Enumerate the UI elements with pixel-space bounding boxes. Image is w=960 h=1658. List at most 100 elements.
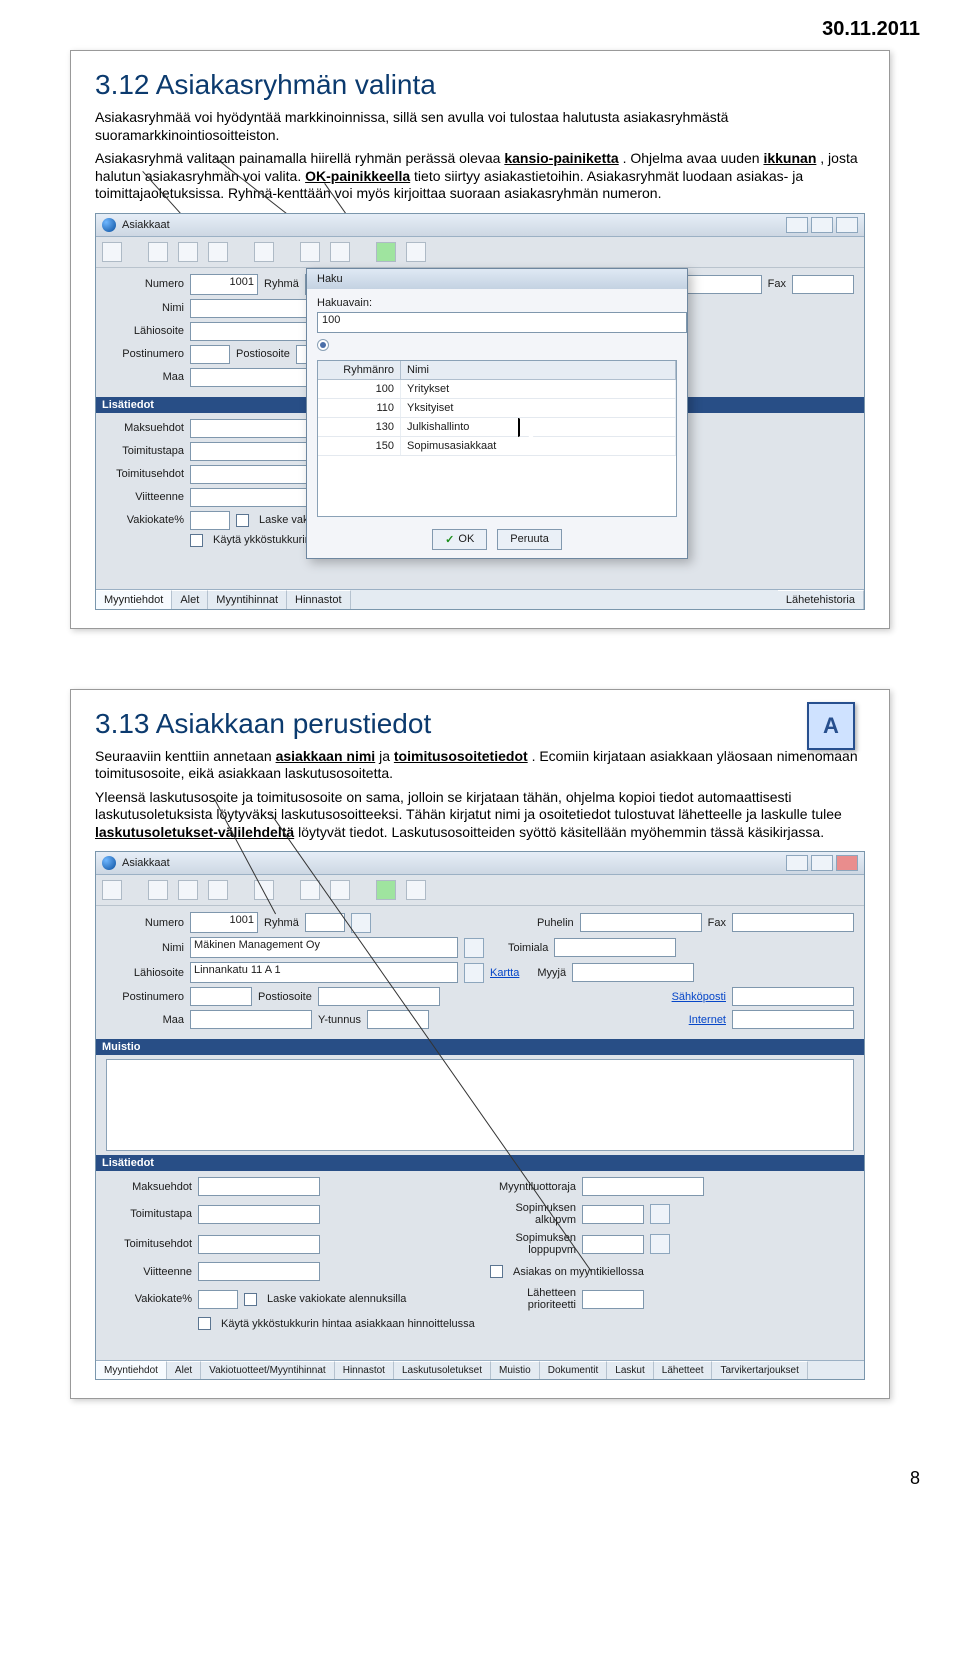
toolbar-btn[interactable] (300, 880, 320, 900)
tab-lahetteet[interactable]: Lähetteet (654, 1361, 713, 1379)
fax-field[interactable] (732, 913, 854, 932)
myyja-field[interactable] (572, 963, 694, 982)
tab-vakiotuotteet[interactable]: Vakiotuotteet/Myyntihinnat (201, 1361, 335, 1379)
toolbar-btn[interactable] (330, 242, 350, 262)
nimi-field[interactable]: Mäkinen Management Oy (190, 937, 458, 958)
tab-alet[interactable]: Alet (172, 590, 208, 609)
toolbar-btn[interactable] (254, 242, 274, 262)
toimiala-field[interactable] (554, 938, 676, 957)
loppupvm-field[interactable] (582, 1235, 644, 1254)
postiosoite-field[interactable] (318, 987, 440, 1006)
tabs-1[interactable]: Myyntiehdot Alet Myyntihinnat Hinnastot … (96, 589, 864, 609)
laske-checkbox[interactable] (236, 514, 249, 527)
tab-myyntihinnat[interactable]: Myyntihinnat (208, 590, 287, 609)
result-grid[interactable]: Ryhmänro Nimi 100Yritykset 110Yksityiset… (317, 360, 677, 517)
calendar-icon[interactable] (650, 1234, 670, 1254)
folder-icon[interactable] (351, 913, 371, 933)
toolbar-btn[interactable] (102, 880, 122, 900)
table-row[interactable]: 150Sopimusasiakkaat (318, 437, 676, 456)
peruuta-button[interactable]: Peruuta (497, 529, 562, 550)
ikkunan: ikkunan (763, 150, 816, 166)
numero-field[interactable]: 1001 (190, 912, 258, 933)
undo-icon[interactable] (406, 242, 426, 262)
tabs-2[interactable]: Myyntiehdot Alet Vakiotuotteet/Myyntihin… (96, 1360, 864, 1379)
toimitusosoitetiedot: toimitusosoitetiedot (394, 748, 528, 764)
muistio-memo[interactable] (106, 1059, 854, 1151)
toolbar-btn[interactable] (254, 880, 274, 900)
tab-laskutusoletukset[interactable]: Laskutusoletukset (394, 1361, 491, 1379)
ryhma-field[interactable] (305, 913, 345, 932)
toolbar-btn[interactable] (300, 242, 320, 262)
tab-muistio[interactable]: Muistio (491, 1361, 540, 1379)
minimize-icon[interactable] (786, 217, 808, 233)
toimitustapa-field[interactable] (198, 1205, 320, 1224)
col-ryhmanro: Ryhmänro (318, 361, 401, 379)
ok-button[interactable]: ✓OK (432, 529, 487, 550)
sahkoposti-link[interactable]: Sähköposti (672, 991, 726, 1003)
hakuavain-field[interactable]: 100 (317, 312, 687, 333)
calendar-icon[interactable] (650, 1204, 670, 1224)
kartta-link[interactable]: Kartta (490, 967, 519, 979)
tab-myyntiehdot[interactable]: Myyntiehdot (96, 1361, 167, 1379)
toolbar-btn[interactable] (102, 242, 122, 262)
alkupvm-field[interactable] (582, 1205, 644, 1224)
lbl-lahiosoite: Lähiosoite (106, 325, 184, 337)
toolbar-btn[interactable] (148, 880, 168, 900)
myyntikielto-checkbox[interactable] (490, 1265, 503, 1278)
undo-icon[interactable] (406, 880, 426, 900)
toolbar-btn[interactable] (178, 242, 198, 262)
maa-field[interactable] (190, 1010, 312, 1029)
kayta-checkbox[interactable] (198, 1317, 211, 1330)
table-row[interactable]: 110Yksityiset (318, 399, 676, 418)
internet-link[interactable]: Internet (689, 1014, 726, 1026)
titlebar: Asiakkaat (96, 852, 864, 875)
tab-hinnastot[interactable]: Hinnastot (335, 1361, 394, 1379)
slide-3-12: 3.12 Asiakasryhmän valinta Asiakasryhmää… (70, 50, 890, 629)
tab-lahetehistoria[interactable]: Lähetehistoria (778, 590, 864, 609)
close-icon[interactable] (836, 217, 858, 233)
check-icon[interactable] (376, 242, 396, 262)
globe-icon (102, 218, 116, 232)
postinumero-field[interactable] (190, 987, 252, 1006)
maximize-icon[interactable] (811, 217, 833, 233)
toimitusehdot-field[interactable] (198, 1235, 320, 1254)
fax-field[interactable] (792, 275, 854, 294)
check-icon[interactable] (376, 880, 396, 900)
numero-field[interactable]: 1001 (190, 274, 258, 295)
prioriteetti-field[interactable] (582, 1290, 644, 1309)
haku-popup: Haku Hakuavain: 100 Ryhmänro Nimi 100Yri… (306, 268, 688, 559)
tab-dokumentit[interactable]: Dokumentit (540, 1361, 608, 1379)
vakiokate-field[interactable] (198, 1290, 238, 1309)
toolbar-btn[interactable] (330, 880, 350, 900)
viitteenne-field[interactable] (198, 1262, 320, 1281)
maximize-icon[interactable] (811, 855, 833, 871)
lbl-nimi: Nimi (106, 942, 184, 954)
puhelin-field[interactable] (580, 913, 702, 932)
minimize-icon[interactable] (786, 855, 808, 871)
lahiosoite-field[interactable]: Linnankatu 11 A 1 (190, 962, 458, 983)
table-row[interactable]: 100Yritykset (318, 380, 676, 399)
sahkoposti-field[interactable] (732, 987, 854, 1006)
toolbar-btn[interactable] (178, 880, 198, 900)
search-icon[interactable] (464, 938, 484, 958)
tab-tarvikertarjoukset[interactable]: Tarvikertarjoukset (712, 1361, 807, 1379)
maksuehdot-field[interactable] (198, 1177, 320, 1196)
kayta-checkbox[interactable] (190, 534, 203, 547)
toolbar-btn[interactable] (208, 242, 228, 262)
vakiokate-field[interactable] (190, 511, 230, 530)
globe-icon (102, 856, 116, 870)
postinumero-field[interactable] (190, 345, 230, 364)
tab-laskut[interactable]: Laskut (607, 1361, 653, 1379)
internet-field[interactable] (732, 1010, 854, 1029)
myyntiluottoraja-field[interactable] (582, 1177, 704, 1196)
toolbar-btn[interactable] (208, 880, 228, 900)
lbl-toimitusehdot: Toimitusehdot (106, 1238, 192, 1250)
laske-checkbox[interactable] (244, 1293, 257, 1306)
table-row[interactable]: 130Julkishallinto (318, 418, 676, 437)
toolbar-btn[interactable] (148, 242, 168, 262)
tab-hinnastot[interactable]: Hinnastot (287, 590, 350, 609)
tab-alet[interactable]: Alet (167, 1361, 201, 1379)
close-icon[interactable] (836, 855, 858, 871)
search-icon[interactable] (464, 963, 484, 983)
tab-myyntiehdot[interactable]: Myyntiehdot (96, 590, 172, 609)
